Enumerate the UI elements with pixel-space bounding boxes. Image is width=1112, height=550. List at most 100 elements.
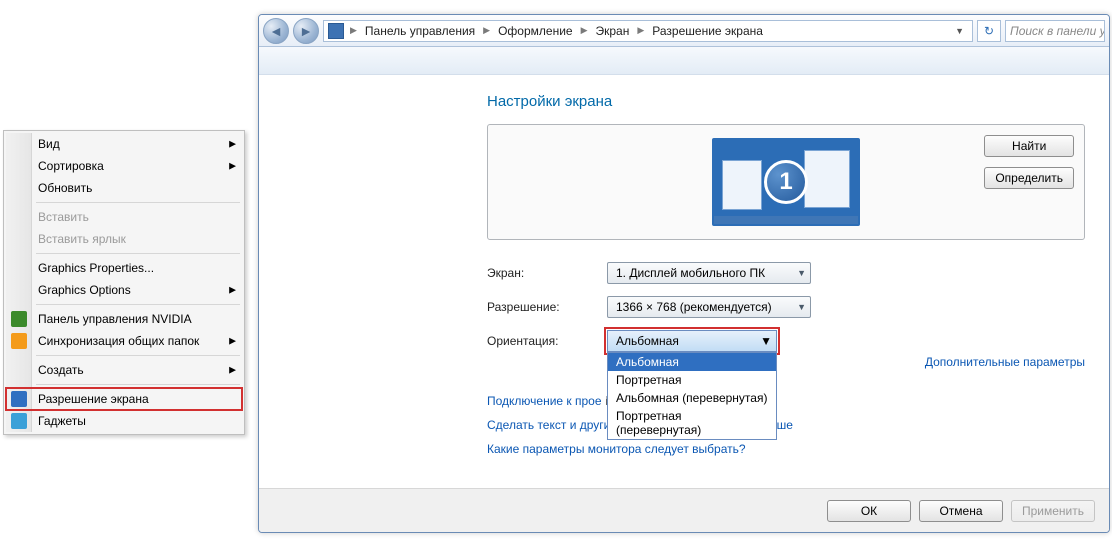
cm-create-label: Создать	[38, 363, 84, 377]
cm-screen-resolution[interactable]: Разрешение экрана	[6, 388, 242, 410]
breadcrumb[interactable]: ▶ Панель управления ▶ Оформление ▶ Экран…	[323, 20, 973, 42]
cm-sync-shared-label: Синхронизация общих папок	[38, 334, 199, 348]
submenu-arrow-icon: ▶	[229, 161, 236, 172]
cm-view[interactable]: Вид ▶	[6, 133, 242, 155]
cm-graphics-properties-label: Graphics Properties...	[38, 261, 154, 275]
orientation-dropdown-wrapper: Альбомная ▼ Альбомная Портретная Альбомн…	[607, 330, 777, 352]
search-input[interactable]: Поиск в панели упр	[1005, 20, 1105, 42]
cm-sort[interactable]: Сортировка ▶	[6, 155, 242, 177]
chevron-right-icon: ▶	[481, 25, 492, 36]
separator	[36, 253, 240, 254]
chevron-down-icon[interactable]: ▼	[951, 26, 968, 36]
breadcrumb-screen[interactable]: Экран	[590, 21, 636, 41]
cm-nvidia[interactable]: Панель управления NVIDIA	[6, 308, 242, 330]
ok-button[interactable]: ОК	[827, 500, 911, 522]
resolution-dropdown[interactable]: 1366 × 768 (рекомендуется) ▼	[607, 296, 811, 318]
cm-screen-resolution-label: Разрешение экрана	[38, 392, 149, 406]
orientation-option[interactable]: Портретная	[608, 371, 776, 389]
text-size-link[interactable]: Сделать текст и другие элементы больше и…	[487, 418, 1085, 432]
submenu-arrow-icon: ▶	[229, 139, 236, 150]
chevron-down-icon: ▼	[797, 302, 806, 312]
screen-dropdown[interactable]: 1. Дисплей мобильного ПК ▼	[607, 262, 811, 284]
forward-arrow-icon: ►	[299, 23, 313, 39]
cm-graphics-properties[interactable]: Graphics Properties...	[6, 257, 242, 279]
chevron-right-icon: ▶	[348, 25, 359, 36]
content-pane: Настройки экрана 1 Найти Определить Экра…	[259, 75, 1109, 488]
sync-icon	[11, 333, 27, 349]
cm-gadgets-label: Гаджеты	[38, 414, 86, 428]
screen-dropdown-value: 1. Дисплей мобильного ПК	[616, 266, 765, 280]
cm-create[interactable]: Создать ▶	[6, 359, 242, 381]
breadcrumb-root[interactable]: Панель управления	[359, 21, 481, 41]
cm-nvidia-label: Панель управления NVIDIA	[38, 312, 192, 326]
advanced-settings-link[interactable]: Дополнительные параметры	[925, 355, 1085, 369]
orientation-option[interactable]: Портретная (перевернутая)	[608, 407, 776, 439]
address-bar: ◄ ► ▶ Панель управления ▶ Оформление ▶ Э…	[259, 15, 1109, 47]
resolution-label: Разрешение:	[487, 300, 607, 314]
orientation-option[interactable]: Альбомная (перевернутая)	[608, 389, 776, 407]
separator	[36, 355, 240, 356]
cm-graphics-options-label: Graphics Options	[38, 283, 131, 297]
orientation-option[interactable]: Альбомная	[608, 353, 776, 371]
nav-back-button[interactable]: ◄	[263, 18, 289, 44]
cancel-button[interactable]: Отмена	[919, 500, 1003, 522]
button-bar: ОК Отмена Применить	[259, 488, 1109, 532]
chevron-right-icon: ▶	[635, 25, 646, 36]
screen-resolution-window: ◄ ► ▶ Панель управления ▶ Оформление ▶ Э…	[258, 14, 1110, 533]
chevron-right-icon: ▶	[579, 25, 590, 36]
orientation-options-list: Альбомная Портретная Альбомная (переверн…	[607, 352, 777, 440]
submenu-arrow-icon: ▶	[229, 336, 236, 347]
monitor-help-link-text: Какие параметры монитора следует выбрать…	[487, 442, 746, 456]
chevron-down-icon: ▼	[797, 268, 806, 278]
resolution-dropdown-value: 1366 × 768 (рекомендуется)	[616, 300, 772, 314]
monitor-icon	[11, 391, 27, 407]
nvidia-icon	[11, 311, 27, 327]
monitor-help-link[interactable]: Какие параметры монитора следует выбрать…	[487, 442, 1085, 456]
orientation-row: Ориентация: Альбомная ▼ Альбомная Портре…	[487, 330, 1085, 352]
monitor-number-badge: 1	[764, 160, 808, 204]
separator	[36, 384, 240, 385]
monitor-thumbnail[interactable]: 1	[712, 138, 860, 226]
taskbar-preview	[714, 216, 858, 224]
screen-label: Экран:	[487, 266, 607, 280]
cm-paste-label: Вставить	[38, 210, 89, 224]
window-preview-icon	[722, 160, 762, 210]
links-area: Подключение к прое і коснитесь Р) Сделат…	[487, 394, 1085, 456]
breadcrumb-resolution[interactable]: Разрешение экрана	[646, 21, 769, 41]
nav-forward-button[interactable]: ►	[293, 18, 319, 44]
back-arrow-icon: ◄	[269, 23, 283, 39]
orientation-dropdown[interactable]: Альбомная ▼	[607, 330, 777, 352]
submenu-arrow-icon: ▶	[229, 285, 236, 296]
cm-view-label: Вид	[38, 137, 60, 151]
separator	[36, 304, 240, 305]
search-placeholder: Поиск в панели упр	[1010, 24, 1105, 38]
cm-sync-shared[interactable]: Синхронизация общих папок ▶	[6, 330, 242, 352]
refresh-button[interactable]: ↻	[977, 20, 1001, 42]
cm-refresh-label: Обновить	[38, 181, 92, 195]
cm-paste-shortcut: Вставить ярлык	[6, 228, 242, 250]
page-title: Настройки экрана	[487, 93, 1085, 110]
find-button[interactable]: Найти	[984, 135, 1074, 157]
cm-paste-shortcut-label: Вставить ярлык	[38, 232, 126, 246]
gadgets-icon	[11, 413, 27, 429]
projector-link-text: Подключение к прое	[487, 394, 602, 408]
screen-row: Экран: 1. Дисплей мобильного ПК ▼	[487, 262, 1085, 284]
projector-link[interactable]: Подключение к прое і коснитесь Р)	[487, 394, 1085, 408]
cm-paste: Вставить	[6, 206, 242, 228]
submenu-arrow-icon: ▶	[229, 365, 236, 376]
monitor-preview-frame: 1 Найти Определить	[487, 124, 1085, 240]
breadcrumb-design[interactable]: Оформление	[492, 21, 578, 41]
cm-graphics-options[interactable]: Graphics Options ▶	[6, 279, 242, 301]
cm-sort-label: Сортировка	[38, 159, 104, 173]
cm-refresh[interactable]: Обновить	[6, 177, 242, 199]
detect-button[interactable]: Определить	[984, 167, 1074, 189]
refresh-icon: ↻	[984, 24, 994, 38]
resolution-row: Разрешение: 1366 × 768 (рекомендуется) ▼	[487, 296, 1085, 318]
toolbar	[259, 47, 1109, 75]
cm-gadgets[interactable]: Гаджеты	[6, 410, 242, 432]
apply-button[interactable]: Применить	[1011, 500, 1095, 522]
desktop-context-menu: Вид ▶ Сортировка ▶ Обновить Вставить Вст…	[3, 130, 245, 435]
window-preview-icon	[804, 150, 850, 208]
monitor-icon	[328, 23, 344, 39]
chevron-down-icon: ▼	[760, 334, 772, 348]
